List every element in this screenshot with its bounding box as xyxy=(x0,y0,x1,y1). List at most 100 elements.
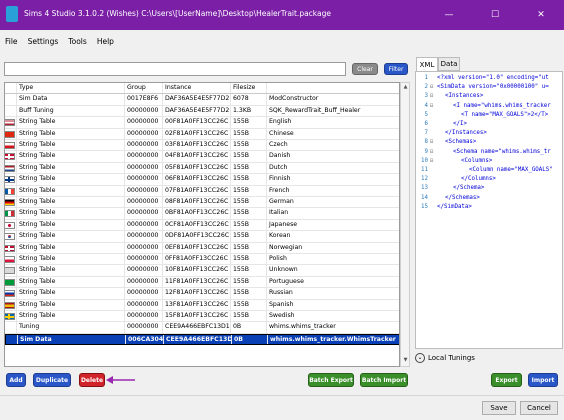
cell-size: 155B xyxy=(231,185,267,196)
menu-tools[interactable]: Tools xyxy=(63,37,91,46)
cell-size: 155B xyxy=(231,265,267,276)
local-tunings-toggle[interactable]: ⌄ Local Tunings xyxy=(415,350,563,365)
table-row[interactable]: String Table 00000000 06F81A0FF13CC26C 155B… xyxy=(5,174,399,186)
xml-code: <Column name="MAX_GOALS" xyxy=(469,167,553,173)
xml-code: </I> xyxy=(453,121,467,127)
table-row[interactable]: String Table 00000000 10F81A0FF13CC26C 155B… xyxy=(5,265,399,277)
maximize-button[interactable]: ☐ xyxy=(472,0,518,30)
table-row[interactable]: String Table 00000000 02F81A0FF13CC26C 155B… xyxy=(5,128,399,140)
cell-size: 155B xyxy=(231,276,267,288)
column-name[interactable] xyxy=(267,83,399,93)
table-row[interactable]: String Table 00000000 0EF81A0FF13CC26C 155B… xyxy=(5,242,399,254)
table-row[interactable]: String Table 00000000 11F81A0FF13CC26C 155B… xyxy=(5,276,399,289)
scroll-down-icon[interactable]: ▼ xyxy=(402,357,409,365)
table-scrollbar[interactable]: ▲ ▼ xyxy=(400,82,410,367)
scroll-up-icon[interactable]: ▲ xyxy=(402,84,409,92)
cell-instance: 08F81A0FF13CC26C xyxy=(163,197,231,208)
table-row[interactable]: String Table 00000000 00F81A0FF13CC26C 155B… xyxy=(5,117,399,129)
add-button[interactable]: Add xyxy=(6,373,26,387)
table-row[interactable]: String Table 00000000 15F81A0FF13CC26C 155B… xyxy=(5,311,399,323)
table-row[interactable]: String Table 00000000 0BF81A0FF13CC26C 155B… xyxy=(5,208,399,220)
fold-toggle-icon[interactable]: ⊟ xyxy=(430,148,436,157)
line-number: 11 xyxy=(421,167,428,173)
delete-button[interactable]: Delete xyxy=(79,373,105,387)
cell-type: String Table xyxy=(17,174,125,185)
cancel-button[interactable]: Cancel xyxy=(520,401,558,415)
table-row[interactable]: String Table 00000000 04F81A0FF13CC26C 155B… xyxy=(5,151,399,163)
line-number: 8 xyxy=(424,139,429,146)
tab-data[interactable]: Data xyxy=(438,57,460,71)
column-group[interactable]: Group xyxy=(125,83,163,94)
menu-file[interactable]: File xyxy=(0,37,23,46)
clear-button[interactable]: Clear xyxy=(352,63,378,75)
table-row[interactable]: String Table 00000000 08F81A0FF13CC26C 155B… xyxy=(5,197,399,209)
import-button[interactable]: Import xyxy=(528,373,558,387)
cell-type: String Table xyxy=(17,231,125,242)
flag-cz-icon xyxy=(5,142,15,149)
tab-xml[interactable]: XML xyxy=(416,57,438,71)
cell-instance: 11F81A0FF13CC26C xyxy=(163,276,231,288)
cell-group: 00000000 xyxy=(125,174,163,185)
cell-size: 155B xyxy=(231,151,267,162)
fold-toggle-icon[interactable]: ⊟ xyxy=(430,102,436,111)
table-row[interactable]: Sim Data 006CA304 CEE9A466EBFC13D1 0B whims.… xyxy=(5,333,399,346)
menu-settings[interactable]: Settings xyxy=(23,37,64,46)
cell-name: Korean xyxy=(269,232,291,240)
duplicate-button[interactable]: Duplicate xyxy=(33,373,71,387)
close-button[interactable]: ✕ xyxy=(518,0,564,30)
line-number: 12 xyxy=(421,176,428,183)
cell-size: 0B xyxy=(231,322,267,333)
fold-toggle-icon[interactable]: ⊟ xyxy=(430,138,436,147)
cell-size: 155B xyxy=(231,288,267,299)
title-bar: Sims 4 Studio 3.1.0.2 (Wishes) C:\Users\… xyxy=(0,0,564,30)
xml-editor[interactable]: 1 <?xml version="1.0" encoding="ut 2 ⊟ <SimD… xyxy=(415,71,563,349)
row-flag-cell xyxy=(5,265,17,276)
cell-instance: 12F81A0FF13CC26C xyxy=(163,288,231,299)
row-flag-cell xyxy=(5,231,17,242)
table-row[interactable]: String Table 00000000 12F81A0FF13CC26C 155B… xyxy=(5,288,399,300)
cell-name: Finnish xyxy=(269,175,291,183)
batch-export-button[interactable]: Batch Export xyxy=(308,373,354,387)
column-type[interactable]: Type xyxy=(17,83,125,94)
search-input[interactable] xyxy=(4,62,346,76)
table-row[interactable]: String Table 00000000 05F81A0FF13CC26C 155B… xyxy=(5,162,399,175)
header-flag-col xyxy=(5,83,17,94)
table-row[interactable]: Tuning 00000000 CEE9A466EBFC13D1 0B whims.wh… xyxy=(5,322,399,334)
cell-group: 00000000 xyxy=(125,231,163,242)
table-row[interactable]: String Table 00000000 0CF81A0FF13CC26C 155B… xyxy=(5,219,399,232)
row-flag-cell xyxy=(5,197,17,208)
xml-code: </Schemas> xyxy=(445,194,480,201)
row-flag-cell xyxy=(5,254,17,265)
table-row[interactable]: Buff Tuning 00000000 DAF36A5E4E5F77D2 1.3KB… xyxy=(5,105,399,118)
table-row[interactable]: String Table 00000000 07F81A0FF13CC26C 155B… xyxy=(5,185,399,197)
minimize-button[interactable]: — xyxy=(426,0,472,30)
line-number: 7 xyxy=(424,130,429,137)
save-button[interactable]: Save xyxy=(482,401,516,415)
table-row[interactable]: Sim Data 0017E8F6 DAF36A5E4E5F77D2 6078 ModC… xyxy=(5,94,399,106)
batch-import-button[interactable]: Batch Import xyxy=(360,373,408,387)
row-flag-cell xyxy=(5,174,17,185)
cell-type: Sim Data xyxy=(17,94,125,105)
cell-instance: 10F81A0FF13CC26C xyxy=(163,265,231,276)
table-row[interactable]: String Table 00000000 0FF81A0FF13CC26C 155B… xyxy=(5,254,399,266)
column-filesize[interactable]: Filesize xyxy=(231,83,267,94)
column-instance[interactable]: Instance xyxy=(163,83,231,94)
cell-group: 00000000 xyxy=(125,151,163,162)
table-row[interactable]: String Table 00000000 03F81A0FF13CC26C 155B… xyxy=(5,140,399,152)
table-row[interactable]: String Table 00000000 13F81A0FF13CC26C 155B… xyxy=(5,299,399,311)
table-row[interactable]: String Table 00000000 0DF81A0FF13CC26C 155B… xyxy=(5,231,399,243)
fold-toggle-icon[interactable]: ⊟ xyxy=(430,83,436,92)
fold-toggle-icon[interactable]: ⊟ xyxy=(430,157,436,166)
cell-type: Buff Tuning xyxy=(17,105,125,117)
menu-help[interactable]: Help xyxy=(92,37,119,46)
cell-group: 00000000 xyxy=(125,254,163,265)
cell-group: 00000000 xyxy=(125,117,163,128)
cell-group: 00000000 xyxy=(125,276,163,288)
export-button[interactable]: Export xyxy=(491,373,522,387)
fold-toggle-icon[interactable]: ⊟ xyxy=(430,92,436,101)
resource-table[interactable]: Type Group Instance Filesize Sim Data 001… xyxy=(4,82,400,367)
cell-type: Sim Data xyxy=(18,334,126,345)
cell-group: 00000000 xyxy=(125,299,163,310)
cell-instance: 04F81A0FF13CC26C xyxy=(163,151,231,162)
filter-button[interactable]: Filter xyxy=(384,63,408,75)
